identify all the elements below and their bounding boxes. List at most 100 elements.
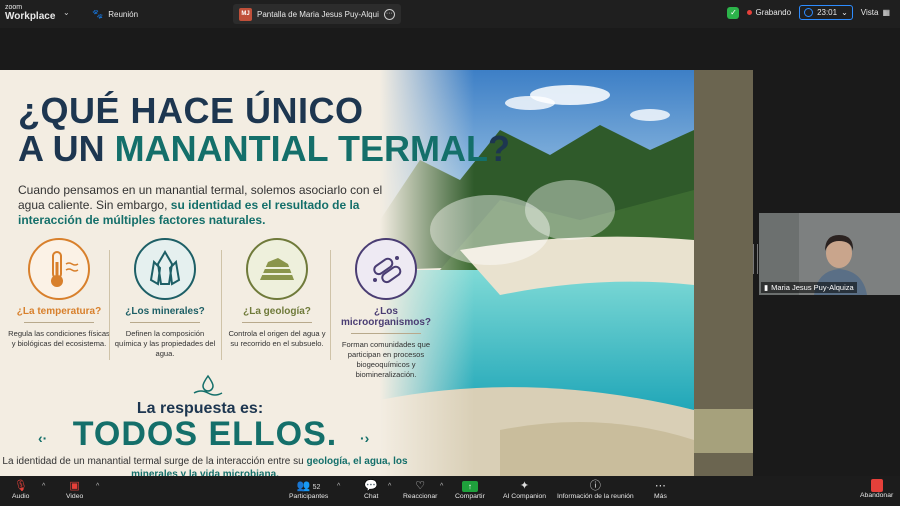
info-label: Información de la reunión <box>557 493 634 500</box>
slide-title-line2: A UN MANANTIAL TERMAL? <box>18 128 510 170</box>
more-icon: ⋯ <box>654 480 666 492</box>
video-label: Video <box>66 493 84 500</box>
rock-layers-icon <box>246 238 308 300</box>
slide-side-strip <box>694 70 753 495</box>
heart-icon: ♡ <box>415 480 426 492</box>
meeting-label: Reunión <box>108 10 139 19</box>
divider <box>330 250 331 360</box>
leave-label: Abandonar <box>860 492 894 499</box>
leave-icon <box>870 479 883 492</box>
record-dot-icon <box>747 10 753 15</box>
ai-companion-button[interactable]: ✦ AI Companion <box>503 479 546 500</box>
chat-label: Chat <box>364 493 379 500</box>
presenter-avatar: MJ <box>239 7 252 21</box>
microphone-muted-icon: 🎙 <box>13 480 28 492</box>
factors-row: ¿La temperatura? Regula las condiciones … <box>6 238 446 379</box>
audio-label: Audio <box>12 493 30 500</box>
clock-icon <box>804 8 814 17</box>
timer-value: 23:01 <box>817 8 838 17</box>
closing-plain: La identidad de un manantial termal surg… <box>2 456 307 467</box>
sparkle-icon: ✦ <box>519 480 530 492</box>
chevron-up-icon[interactable]: ^ <box>388 483 391 490</box>
paw-icon: 🐾 <box>92 9 104 19</box>
chevron-right-icon: ·› <box>360 430 370 446</box>
react-label: Reaccionar <box>403 493 438 500</box>
recording-indicator[interactable]: Grabando <box>747 8 791 17</box>
chat-button[interactable]: 💬 Chat <box>364 479 378 500</box>
share-screen-icon: ↑ <box>461 481 478 492</box>
divider <box>24 322 94 323</box>
audio-button[interactable]: 🎙 Audio <box>12 479 29 500</box>
chevron-up-icon[interactable]: ^ <box>440 483 443 490</box>
title-suffix: ? <box>487 128 510 169</box>
factor-temperature: ¿La temperatura? Regula las condiciones … <box>6 238 112 349</box>
factor-description: Regula las condiciones físicas y biológi… <box>8 329 110 348</box>
camera-off-icon: ▣ <box>69 480 80 492</box>
security-shield-icon[interactable]: ✓ <box>727 6 740 19</box>
chevron-up-icon[interactable]: ^ <box>337 483 340 490</box>
factor-question: ¿Los microorganismos? <box>340 306 432 328</box>
factor-geology: ¿La geología? Controla el origen del agu… <box>224 238 330 349</box>
divider <box>242 322 312 323</box>
factor-question: ¿Los minerales? <box>125 306 205 317</box>
participant-name-tag: ▮ Maria Jesus Puy-Alquiza <box>761 282 857 293</box>
ai-label: AI Companion <box>503 493 547 500</box>
factor-description: Definen la composición química y las pro… <box>114 329 216 358</box>
view-label: Vista <box>860 8 879 17</box>
strip-band <box>694 409 753 453</box>
meeting-toolbar: 🎙 Audio ^ ▣ Video ^ 👥 52 Participantes ^ … <box>0 476 900 506</box>
top-bar: zoom Workplace ⌄ 🐾 Reunión MJ Pantalla d… <box>0 0 900 28</box>
share-title: Pantalla de Maria Jesus Puy-Alqui <box>257 9 379 19</box>
slide-title-line1: ¿QUÉ HACE ÚNICO <box>18 90 364 131</box>
crystal-icon <box>134 238 196 300</box>
view-button[interactable]: Vista ▦ <box>861 8 890 17</box>
thermometer-icon <box>28 238 90 300</box>
chevron-down-icon: ⌄ <box>841 8 848 17</box>
meeting-info-button[interactable]: ⓘ Información de la reunión <box>557 479 634 500</box>
meeting-button[interactable]: 🐾 Reunión <box>92 9 138 20</box>
more-label: Más <box>654 493 667 500</box>
react-button[interactable]: ♡ Reaccionar <box>403 479 437 500</box>
factor-minerals: ¿Los minerales? Definen la composición q… <box>112 238 218 359</box>
screen-share-tab[interactable]: MJ Pantalla de Maria Jesus Puy-Alqui ··· <box>233 4 401 24</box>
water-drop-icon <box>193 374 223 396</box>
meeting-timer[interactable]: 23:01 ⌄ <box>799 5 853 20</box>
grid-icon: ▦ <box>882 8 890 17</box>
participants-label: Participantes <box>289 493 329 500</box>
divider <box>130 322 200 323</box>
more-options-icon[interactable]: ··· <box>383 8 395 20</box>
participant-name: Maria Jesus Puy-Alquiza <box>771 283 854 292</box>
shared-slide: ¿QUÉ HACE ÚNICO A UN MANANTIAL TERMAL? C… <box>0 70 694 495</box>
factor-question: ¿La temperatura? <box>16 306 102 317</box>
info-icon: ⓘ <box>589 480 601 492</box>
share-label: Compartir <box>455 493 485 500</box>
more-button[interactable]: ⋯ Más <box>654 479 667 500</box>
participant-video-tile[interactable]: ▮ Maria Jesus Puy-Alquiza <box>759 213 900 295</box>
chevron-left-icon: ‹· <box>38 430 48 446</box>
slide-intro: Cuando pensamos en un manantial termal, … <box>18 183 388 228</box>
participants-count: 52 <box>312 484 321 491</box>
title-prefix: A UN <box>18 128 115 169</box>
signal-bars-icon: ▮ <box>764 283 769 292</box>
participants-button[interactable]: 👥 52 Participantes <box>289 479 328 500</box>
share-button[interactable]: ↑ Compartir <box>455 479 485 500</box>
chat-icon: 💬 <box>364 480 379 492</box>
divider <box>221 250 222 360</box>
participants-icon: 👥 52 <box>296 480 321 492</box>
chevron-up-icon[interactable]: ^ <box>42 483 45 490</box>
zoom-logo[interactable]: zoom Workplace <box>5 3 56 22</box>
factor-question: ¿La geología? <box>243 306 311 317</box>
recording-label: Grabando <box>755 8 792 17</box>
title-highlight: MANANTIAL TERMAL <box>114 128 488 169</box>
logo-bottom-text: Workplace <box>5 11 56 22</box>
video-button[interactable]: ▣ Video <box>66 479 83 500</box>
factor-microorganisms: ¿Los microorganismos? Forman comunidades… <box>333 238 439 380</box>
leave-button[interactable]: Abandonar <box>860 479 893 499</box>
microbe-icon <box>355 238 417 300</box>
chevron-up-icon[interactable]: ^ <box>96 483 99 490</box>
answer-main: TODOS ELLOS. <box>72 415 338 453</box>
panel-resize-handle[interactable] <box>753 244 758 274</box>
factor-description: Forman comunidades que participan en pro… <box>341 340 431 379</box>
factor-description: Controla el origen del agua y su recorri… <box>228 329 326 348</box>
chevron-down-icon[interactable]: ⌄ <box>63 8 70 17</box>
